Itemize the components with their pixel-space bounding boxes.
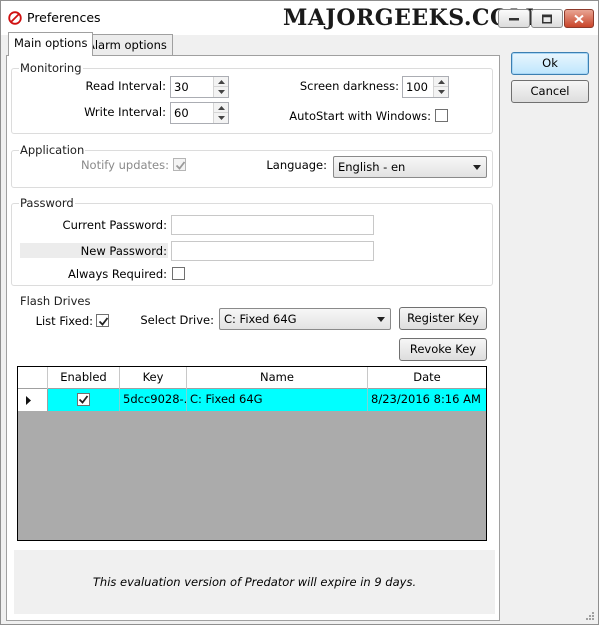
autostart-label: AutoStart with Windows: (289, 109, 431, 123)
always-required-label: Always Required: (67, 267, 167, 281)
new-password-label: New Password: (80, 244, 167, 258)
read-interval-value: 30 (174, 80, 189, 94)
spin-up-icon[interactable] (214, 103, 228, 113)
close-button[interactable] (564, 9, 594, 28)
watermark-text: MAJORGEEKS.COM (283, 5, 535, 31)
preferences-window: Preferences MAJORGEEKS.COM Main options … (0, 0, 599, 625)
enabled-cell (48, 389, 120, 411)
ok-button[interactable]: Ok (511, 52, 589, 75)
read-interval-label: Read Interval: (85, 79, 166, 93)
check-icon (175, 161, 186, 170)
check-icon (78, 395, 89, 404)
minimize-icon (509, 17, 519, 20)
notify-updates-checkbox[interactable] (173, 158, 186, 171)
row-selector[interactable] (18, 389, 48, 411)
password-group-title: Password (19, 196, 75, 210)
write-interval-label: Write Interval: (84, 105, 166, 119)
current-password-label: Current Password: (62, 218, 167, 232)
table-row[interactable]: 5dcc9028-... C: Fixed 64G 8/23/2016 8:16… (18, 389, 486, 411)
register-key-button[interactable]: Register Key (399, 307, 487, 330)
revoke-key-button[interactable]: Revoke Key (399, 338, 487, 361)
spin-up-icon[interactable] (434, 77, 448, 87)
chevron-down-icon (377, 317, 385, 322)
list-fixed-checkbox[interactable] (96, 314, 109, 327)
maximize-button[interactable] (531, 9, 563, 28)
column-header-date[interactable]: Date (368, 367, 486, 389)
chevron-down-icon (473, 165, 481, 170)
autostart-checkbox[interactable] (435, 109, 448, 122)
column-header-key[interactable]: Key (120, 367, 187, 389)
tab-main-options[interactable]: Main options (8, 32, 94, 56)
check-icon (98, 317, 109, 326)
spin-down-icon[interactable] (434, 87, 448, 97)
title-bar: Preferences MAJORGEEKS.COM (1, 1, 598, 35)
screen-darkness-label: Screen darkness: (299, 79, 399, 93)
language-label: Language: (266, 158, 327, 172)
minimize-button[interactable] (498, 9, 530, 28)
spin-down-icon[interactable] (214, 87, 228, 97)
spin-down-icon[interactable] (214, 113, 228, 123)
play-icon (26, 396, 31, 405)
flash-drives-title: Flash Drives (20, 294, 91, 308)
current-password-field[interactable] (171, 215, 374, 235)
write-interval-spinner[interactable]: 60 (170, 102, 229, 124)
application-group-title: Application (19, 143, 86, 157)
tab-alarm-options[interactable]: Alarm options (81, 34, 173, 56)
select-drive-label: Select Drive: (140, 313, 214, 327)
key-cell: 5dcc9028-... (120, 389, 187, 411)
resize-grip-icon[interactable] (585, 611, 595, 621)
monitoring-group-title: Monitoring (19, 61, 83, 75)
new-password-field[interactable] (171, 241, 374, 261)
list-fixed-label: List Fixed: (35, 314, 93, 328)
column-header-enabled[interactable]: Enabled (48, 367, 120, 389)
read-interval-spinner[interactable]: 30 (170, 76, 229, 98)
language-select[interactable]: English - en (333, 156, 487, 178)
drives-table: Enabled Key Name Date 5dcc9028-... C: Fi… (17, 366, 487, 541)
notify-updates-label: Notify updates: (80, 158, 169, 172)
name-cell: C: Fixed 64G (187, 389, 368, 411)
always-required-checkbox[interactable] (172, 267, 185, 280)
cancel-button[interactable]: Cancel (511, 80, 589, 103)
screen-darkness-value: 100 (406, 80, 428, 94)
date-cell: 8/23/2016 8:16 AM (371, 392, 481, 406)
window-title: Preferences (27, 10, 101, 25)
no-entry-icon (8, 11, 22, 25)
spin-up-icon[interactable] (214, 77, 228, 87)
language-value: English - en (338, 160, 406, 174)
evaluation-notice: This evaluation version of Predator will… (14, 550, 495, 614)
column-header-name[interactable]: Name (187, 367, 368, 389)
maximize-icon (542, 14, 552, 23)
row-enabled-checkbox[interactable] (77, 393, 90, 406)
screen-darkness-spinner[interactable]: 100 (402, 76, 449, 98)
close-icon (574, 14, 584, 23)
select-drive-select[interactable]: C: Fixed 64G (219, 308, 391, 330)
select-drive-value: C: Fixed 64G (224, 312, 297, 326)
table-header: Enabled Key Name Date (18, 367, 486, 389)
write-interval-value: 60 (174, 106, 189, 120)
